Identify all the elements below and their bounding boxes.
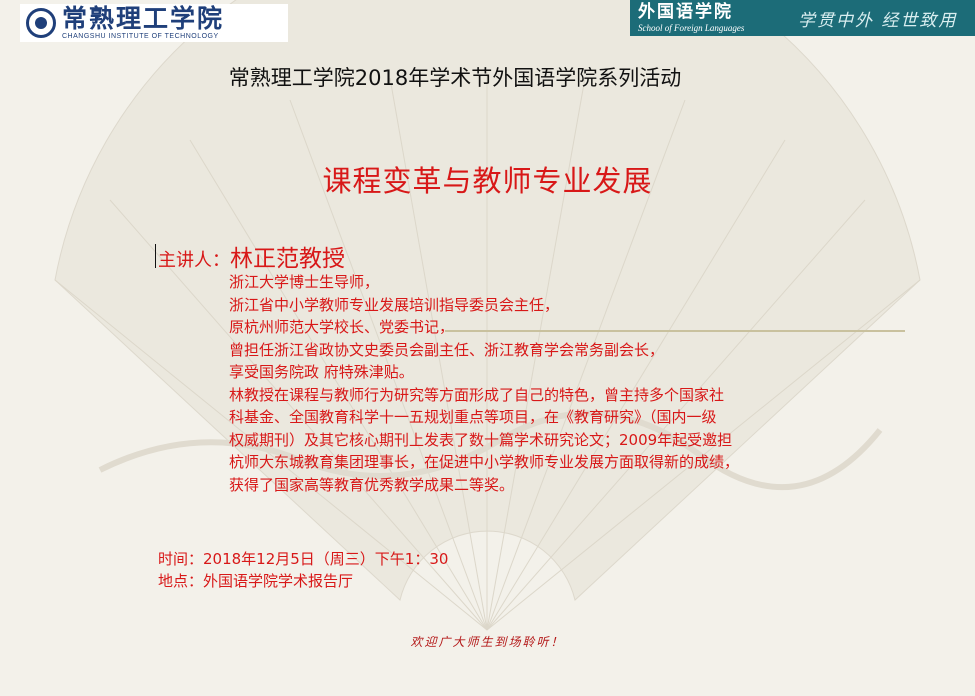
speaker-name: 林正范教授 [230,246,345,272]
bio-line: 浙江大学博士生导师， [229,273,380,291]
bio-line: 浙江省中小学教师专业发展培训指导委员会主任， [229,295,560,314]
speaker-label: 主讲人： [158,250,230,271]
event-info: 时间：2018年12月5日（周三）下午1：30 地点：外国语学院学术报告厅 [158,548,448,592]
bio-line: 曾担任浙江省政协文史委员会副主任、浙江教育学会常务副会长， [229,340,665,359]
bio-line: 权威期刊）及其它核心期刊上发表了数十篇学术研究论文；2009年起受邀担 [229,430,733,449]
bio-line: 享受国务院政 府特殊津贴。 [229,363,414,381]
bio-line: 原杭州师范大学校长、党委书记， [229,318,455,336]
event-place: 地点：外国语学院学术报告厅 [158,572,354,590]
bio-line: 杭师大东城教育集团理事长，在促进中小学教师专业发展方面取得新的成绩， [229,453,740,471]
speaker-row: 主讲人： 林正范教授 [155,239,345,273]
institute-name-cn: 常熟理工学院 [62,4,225,33]
text-cursor [155,244,156,268]
institute-name-en: CHANGSHU INSTITUTE OF TECHNOLOGY [62,33,219,40]
bio-line: 获得了国家高等教育优秀教学成果二等奖。 [229,475,515,494]
talk-title: 课程变革与教师专业发展 [322,164,653,198]
institute-logo: 常熟理工学院 CHANGSHU INSTITUTE OF TECHNOLOGY [20,4,288,42]
series-title: 常熟理工学院2018年学术节外国语学院系列活动 [228,66,682,90]
school-banner: 外国语学院 School of Foreign Languages 学贯中外 经… [630,0,975,36]
school-name-cn: 外国语学院 [638,1,733,22]
welcome-message: 欢迎广大师生到场聆听！ [410,635,565,649]
event-time: 时间：2018年12月5日（周三）下午1：30 [158,550,449,568]
school-name-en: School of Foreign Languages [638,22,745,33]
bio-line: 科基金、全国教育科学十一五规划重点等项目，在《教育研究》（国内一级 [229,408,717,426]
school-motto: 学贯中外 经世致用 [798,10,958,31]
institute-seal-icon [26,8,56,38]
speaker-bio: 浙江大学博士生导师， 浙江省中小学教师专业发展培训指导委员会主任， 原杭州师范大… [229,271,849,496]
bio-line: 林教授在课程与教师行为研究等方面形成了自己的特色，曾主持多个国家社 [229,385,725,404]
